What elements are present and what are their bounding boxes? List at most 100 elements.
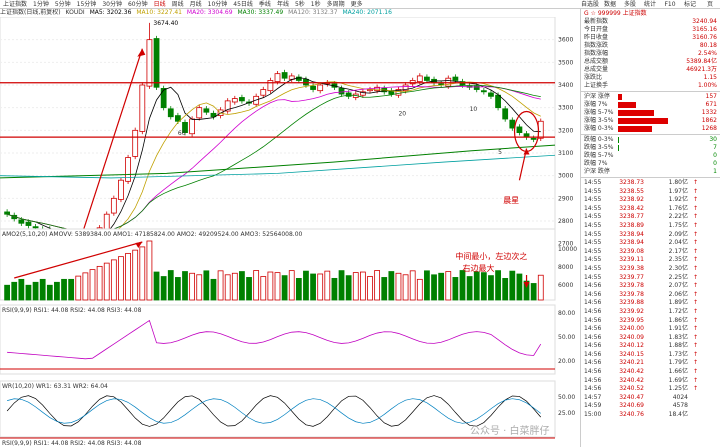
quote-value: 1.00%	[697, 82, 717, 89]
period-tab[interactable]: 月线	[187, 0, 205, 8]
breadth-value: 1862	[701, 117, 717, 124]
tick-flag: ↑	[692, 221, 698, 229]
period-tab[interactable]: 1分钟	[30, 0, 52, 8]
price-axis-label: 3000	[558, 173, 573, 180]
quote-row: 今日开盘 3165.16	[581, 26, 720, 34]
tick-row: 14:55 3238.77 2.22亿 ↑	[581, 213, 720, 222]
tick-price: 3238.42	[619, 204, 644, 212]
morning-star-label: 晨星	[503, 196, 519, 205]
breadth-row: 涨幅 7% 671	[581, 101, 720, 109]
tick-price: 3239.78	[619, 282, 644, 290]
quote-row: 指数涨跌 80.18	[581, 42, 720, 50]
tick-time: 14:55	[584, 239, 602, 247]
volume-bar	[431, 274, 437, 301]
period-tab[interactable]: 上证指数	[0, 0, 30, 8]
wr-axis-label: 25.00	[558, 410, 575, 417]
breadth-bar	[618, 137, 619, 143]
volume-bar	[424, 270, 430, 301]
volume-bar	[288, 270, 295, 301]
period-tab[interactable]: 10分钟	[205, 0, 231, 8]
period-tab[interactable]: 60分钟	[125, 0, 151, 8]
candle-body	[146, 39, 153, 87]
volume-bar	[395, 272, 402, 301]
ma240-value: MA240: 2071.16	[342, 9, 392, 16]
period-tab[interactable]: 5分钟	[52, 0, 74, 8]
quote-label: 涨跌比	[584, 74, 603, 81]
panel-tab[interactable]: 数据	[600, 0, 620, 8]
candlestick-chart[interactable]: 3600350034003300320031003000290028002700…	[0, 17, 580, 447]
tick-flag: ↑	[692, 333, 698, 341]
period-tab[interactable]: 15分钟	[74, 0, 100, 8]
panel-tab[interactable]: 自选股	[580, 0, 600, 8]
volume-bar	[210, 278, 217, 301]
tick-price: 3240.69	[619, 402, 644, 410]
candle-body	[203, 108, 210, 113]
tick-time: 14:56	[584, 307, 602, 315]
count-label: 10	[470, 106, 478, 113]
period-tab[interactable]: 日线	[151, 0, 169, 8]
period-tab[interactable]: 30分钟	[99, 0, 125, 8]
tick-time: 14:56	[584, 376, 602, 384]
panel-tab[interactable]: 统计	[640, 0, 660, 8]
period-tab[interactable]: 年线	[274, 0, 292, 8]
tick-flag: ↑	[692, 247, 698, 255]
panel-tab[interactable]: 多股	[620, 0, 640, 8]
candle-body	[110, 197, 117, 214]
panel-tab[interactable]: F10	[660, 0, 680, 8]
tick-row: 14:56 3240.52 1.25亿 ↑	[581, 385, 720, 394]
quote-panel: G ☆ 999999 上证指数 最新指数 3240.94 今日开盘 3165.16 昨日…	[580, 9, 720, 447]
quote-label: 总成交额	[584, 58, 609, 65]
candle-body	[103, 213, 110, 230]
tick-amount: 2.22亿	[668, 213, 688, 221]
tick-flag: ↑	[692, 376, 698, 384]
panel-tab[interactable]: 页	[700, 0, 720, 8]
breadth-bar	[618, 118, 668, 124]
period-tab[interactable]: 季线	[256, 0, 274, 8]
candle-body	[480, 90, 487, 93]
volume-bar	[381, 277, 388, 301]
breadth-label: 跌幅 3-5%	[584, 144, 614, 151]
tick-row: 14:55 3238.42 1.76亿 ↑	[581, 205, 720, 214]
volume-bar	[409, 270, 416, 301]
tick-row: 14:55 3238.73 1.80亿 ↑	[581, 179, 720, 188]
volume-bar	[189, 272, 196, 301]
candle-body	[118, 179, 124, 200]
period-tab[interactable]: 更多	[348, 0, 366, 8]
period-tab[interactable]: 多周期	[324, 0, 348, 8]
volume-bar	[480, 272, 487, 301]
volume-bar	[473, 271, 480, 301]
volume-bar	[295, 278, 302, 301]
tick-row: 14:56 3240.00 1.91亿 ↑	[581, 325, 720, 334]
period-tab[interactable]: 5秒	[292, 0, 308, 8]
volume-axis-label: 8000	[558, 264, 573, 271]
tick-time: 14:56	[584, 282, 602, 290]
price-axis-label: 3400	[558, 82, 573, 89]
rsi-axis-label: 20.00	[558, 358, 575, 365]
tick-amount: 1.72亿	[668, 307, 688, 315]
candle-body	[25, 221, 32, 226]
volume-axis-label: 6000	[558, 282, 573, 289]
breadth-value: 7	[713, 144, 717, 151]
period-tab[interactable]: 周线	[169, 0, 187, 8]
tick-amount: 2.09亿	[668, 230, 688, 238]
volume-bar	[352, 272, 359, 301]
count-label: 60	[178, 130, 186, 137]
period-tab[interactable]: 1秒	[308, 0, 324, 8]
breadth-bar	[618, 126, 653, 132]
tick-flag: ↑	[692, 187, 698, 195]
tick-flag	[688, 402, 698, 411]
quote-row: 最新指数 3240.94	[581, 18, 720, 26]
period-tab[interactable]: 45日线	[230, 0, 256, 8]
tick-price: 3240.76	[619, 411, 644, 419]
tick-row: 14:55 3239.11 2.35亿 ↑	[581, 256, 720, 265]
tick-price: 3240.09	[619, 333, 644, 341]
panel-tab[interactable]: 标记	[680, 0, 700, 8]
tick-price: 3240.15	[619, 350, 644, 358]
chart-window: 上证指数 1分钟 5分钟 15分钟 30分钟 60分钟 日线 周线 月线 10分钟 45日线 季线 年线…	[0, 0, 720, 447]
tick-price: 3238.77	[619, 213, 644, 221]
candle-body	[502, 108, 509, 120]
volume-bar	[160, 276, 167, 301]
volume-bar	[438, 272, 445, 301]
volume-bar	[39, 278, 46, 301]
volume-bar	[103, 262, 110, 301]
